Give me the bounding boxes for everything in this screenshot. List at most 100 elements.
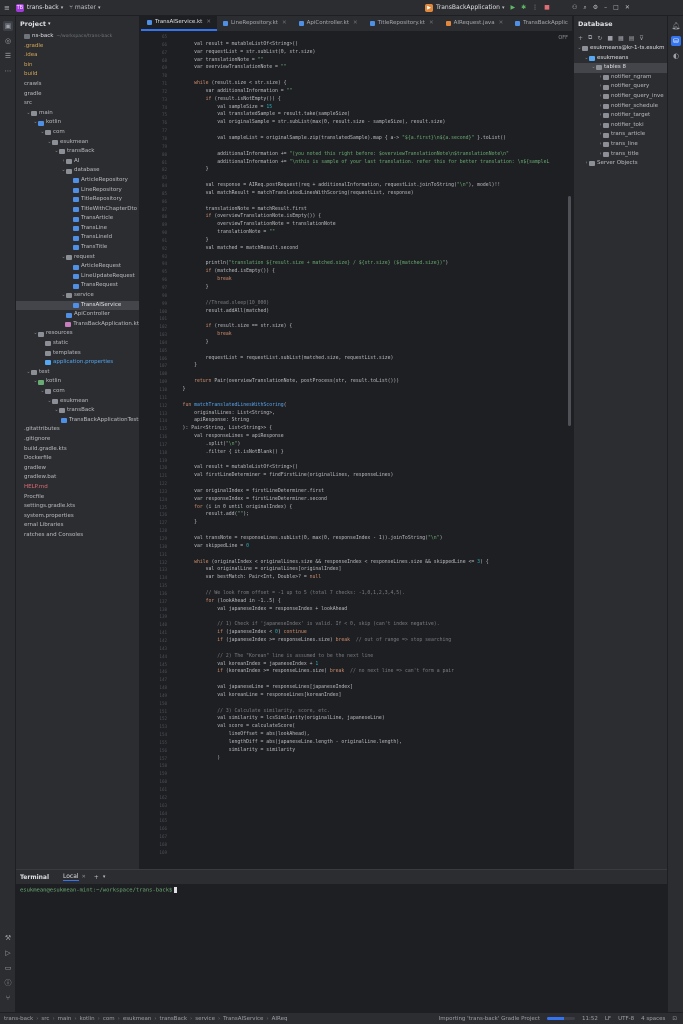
project-item-resources[interactable]: ⌄ resources — [16, 329, 139, 339]
project-item-service[interactable]: ⌄ service — [16, 291, 139, 301]
search-icon[interactable]: ⌕ — [583, 4, 586, 12]
tab-titlerepository-kt[interactable]: TitleRepository.kt ✕ — [364, 16, 440, 31]
project-item-linerepository[interactable]: LineRepository — [16, 186, 139, 196]
lock-icon[interactable]: ⊡ — [672, 1016, 677, 1022]
notifications-icon[interactable]: 🔔︎ — [671, 21, 681, 31]
project-item-build[interactable]: build — [16, 70, 139, 80]
maximize-icon[interactable]: □ — [613, 4, 619, 11]
settings-icon[interactable]: ⚙ — [593, 4, 598, 11]
cursor-position[interactable]: 11:52 — [582, 1016, 598, 1022]
project-tool-icon[interactable]: ▣ — [3, 21, 13, 31]
indent-settings[interactable]: 4 spaces — [641, 1016, 665, 1022]
background-task[interactable]: Importing 'trans-back' Gradle Project — [439, 1016, 540, 1022]
project-item-transtitle[interactable]: TransTitle — [16, 243, 139, 253]
database-item-esukmeans-kr-1-ts-esukm[interactable]: ⌄ esukmeans@kr-1-ts.esukm — [574, 44, 667, 54]
refresh-icon[interactable]: ↻ — [597, 35, 602, 42]
more-actions-icon[interactable]: ⋮ — [532, 4, 538, 11]
project-item-main[interactable]: ⌄ main — [16, 109, 139, 119]
gradle-tool-icon[interactable]: ◐ — [671, 51, 681, 61]
project-item-system-properties[interactable]: system.properties — [16, 512, 139, 522]
database-item-notifier-ngram[interactable]: › notifier_ngram — [574, 73, 667, 83]
chevron-down-icon[interactable]: ▾ — [48, 21, 51, 27]
project-item-idea[interactable]: .idea — [16, 51, 139, 61]
project-item-transbackapplicationtests[interactable]: TransBackApplicationTests — [16, 416, 139, 426]
chevron-down-icon[interactable]: ▾ — [103, 874, 106, 880]
close-icon[interactable]: ✕ — [429, 16, 434, 31]
main-menu-button[interactable]: ≡ — [4, 4, 10, 12]
problems-tool-icon[interactable]: ⓘ — [3, 978, 13, 988]
project-item-bin[interactable]: bin — [16, 61, 139, 71]
project-item-titlewithchapterdto[interactable]: TitleWithChapterDto — [16, 205, 139, 215]
breadcrumb-item[interactable]: main — [58, 1016, 72, 1022]
new-tab-icon[interactable]: + — [94, 874, 99, 881]
database-item-trans-line[interactable]: › trans_line — [574, 140, 667, 150]
project-item-ns-back[interactable]: ns-back ~/workspace/trans-back — [16, 32, 139, 42]
database-item-notifier-schedule[interactable]: › notifier_schedule — [574, 102, 667, 112]
console-icon[interactable]: ▤ — [629, 35, 635, 42]
project-item-database[interactable]: ⌄ database — [16, 166, 139, 176]
build-tool-icon[interactable]: ⚒ — [3, 933, 13, 943]
project-item-gitignore[interactable]: .gitignore — [16, 435, 139, 445]
project-item-dockerfile[interactable]: Dockerfile — [16, 454, 139, 464]
filter-icon[interactable]: ⊽ — [639, 35, 643, 42]
run-config-selector[interactable]: ▶ TransBackApplication ▾ — [425, 3, 504, 12]
database-item-trans-title[interactable]: › trans_title — [574, 150, 667, 160]
database-item-tables-8[interactable]: ⌄ tables 8 — [574, 63, 667, 73]
database-item-notifier-toki[interactable]: › notifier_toki — [574, 121, 667, 131]
project-item-transline[interactable]: TransLine — [16, 224, 139, 234]
project-item-build-gradle-kts[interactable]: build.gradle.kts — [16, 445, 139, 455]
run-tool-icon[interactable]: ▷ — [3, 948, 13, 958]
project-item-com[interactable]: ⌄ com — [16, 128, 139, 138]
database-tool-icon[interactable]: ⛁ — [671, 36, 681, 46]
project-item-test[interactable]: ⌄ test — [16, 368, 139, 378]
project-item-gitattributes[interactable]: .gitattributes — [16, 425, 139, 435]
project-item-ratches-and-consoles[interactable]: ratches and Consoles — [16, 531, 139, 541]
code-with-me-icon[interactable]: ⚇ — [572, 4, 577, 11]
breadcrumb-item[interactable]: src — [41, 1016, 49, 1022]
breadcrumb-item[interactable]: esukmean — [123, 1016, 152, 1022]
close-icon[interactable]: ✕ — [499, 16, 504, 31]
stop-icon[interactable]: ■ — [544, 4, 550, 11]
project-item-lineupdaterequest[interactable]: LineUpdateRequest — [16, 272, 139, 282]
project-item-help-md[interactable]: HELP.md — [16, 483, 139, 493]
project-item-src[interactable]: src — [16, 99, 139, 109]
project-item-transback[interactable]: ⌄ transBack — [16, 147, 139, 157]
project-item-gradle[interactable]: gradle — [16, 90, 139, 100]
close-icon[interactable]: ✕ — [206, 16, 211, 30]
stop-icon[interactable]: ■ — [607, 35, 613, 42]
file-encoding[interactable]: UTF-8 — [618, 1016, 634, 1022]
breadcrumb-item[interactable]: AIReq — [272, 1016, 288, 1022]
tab-apicontroller-kt[interactable]: ApiController.kt ✕ — [293, 16, 364, 31]
more-tools-icon[interactable]: ⋯ — [3, 66, 13, 76]
project-item-transback[interactable]: ⌄ transBack — [16, 406, 139, 416]
project-item-esukmean[interactable]: ⌄ esukmean — [16, 397, 139, 407]
breadcrumb-item[interactable]: service — [195, 1016, 215, 1022]
terminal-tab-local[interactable]: Local — [63, 873, 79, 881]
project-item-gradlew-bat[interactable]: gradlew.bat — [16, 473, 139, 483]
breadcrumb-item[interactable]: transBack — [160, 1016, 188, 1022]
minimize-icon[interactable]: – — [604, 4, 607, 11]
structure-tool-icon[interactable]: ☰ — [3, 51, 13, 61]
project-item-translineid[interactable]: TransLineId — [16, 233, 139, 243]
table-icon[interactable]: ▦ — [618, 35, 624, 42]
project-item-transarticle[interactable]: TransArticle — [16, 214, 139, 224]
project-item-static[interactable]: static — [16, 339, 139, 349]
project-item-gradlew[interactable]: gradlew — [16, 464, 139, 474]
breadcrumb-item[interactable]: com — [103, 1016, 115, 1022]
tab-transbackapplic[interactable]: TransBackApplic✕ — [509, 16, 572, 31]
database-item-notifier-query-inve[interactable]: › notifier_query_inve — [574, 92, 667, 102]
git-tool-icon[interactable]: ⑂ — [3, 993, 13, 1003]
project-item-transaiservice[interactable]: TransAIService — [16, 300, 139, 311]
project-item-templates[interactable]: templates — [16, 349, 139, 359]
close-icon[interactable]: ✕ — [353, 16, 358, 31]
commit-tool-icon[interactable]: ◎ — [3, 36, 13, 46]
breadcrumb-item[interactable]: kotlin — [80, 1016, 95, 1022]
tab-airequest-java[interactable]: AIRequest.java ✕ — [440, 16, 510, 31]
database-item-server-objects[interactable]: › Server Objects — [574, 159, 667, 169]
breadcrumb-item[interactable]: TransAIService — [223, 1016, 263, 1022]
project-item-articlerequest[interactable]: ArticleRequest — [16, 262, 139, 272]
project-item-procfile[interactable]: Procfile — [16, 493, 139, 503]
editor-scrollbar[interactable] — [568, 196, 571, 426]
add-icon[interactable]: + — [578, 35, 583, 42]
tab-transaiservice-kt[interactable]: TransAIService.kt ✕ — [141, 16, 217, 31]
